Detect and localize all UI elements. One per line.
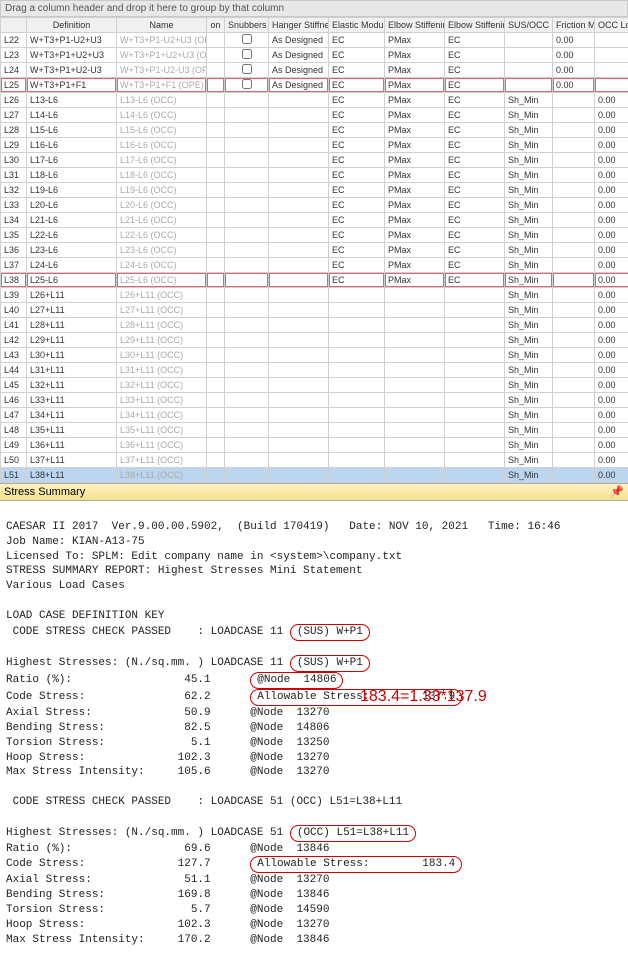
grid-row[interactable]: L31L18-L6L18-L6 (OCC)ECPMaxECSh_Min0.00 — [1, 168, 628, 183]
snubbers-checkbox[interactable] — [242, 49, 252, 59]
column-header[interactable]: Friction Multiplier — [553, 18, 595, 33]
column-header[interactable]: Hanger Stiffness — [269, 18, 329, 33]
column-header[interactable] — [1, 18, 27, 33]
grid-row[interactable]: L24W+T3+P1+U2-U3W+T3+P1-U2-U3 (OPE)As De… — [1, 63, 628, 78]
grid-row[interactable]: L49L36+L11L36+L11 (OCC)Sh_Min0.00 — [1, 438, 628, 453]
circled-allow-183: Allowable Stress: 183.4 — [250, 856, 462, 873]
column-header[interactable]: on — [207, 18, 225, 33]
grid-row[interactable]: L22W+T3+P1-U2+U3W+T3+P1-U2+U3 (OPE)As De… — [1, 33, 628, 48]
grid-row[interactable]: L51L38+L11L38+L11 (OCC)Sh_Min0.00 — [1, 468, 628, 483]
load-case-grid[interactable]: DefinitionNameonSnubbers ActiveHanger St… — [0, 17, 628, 483]
circled-occ-l51: (OCC) L51=L38+L11 — [290, 825, 416, 842]
grid-row[interactable]: L35L22-L6L22-L6 (OCC)ECPMaxECSh_Min0.00 — [1, 228, 628, 243]
column-header[interactable]: Snubbers Active — [225, 18, 269, 33]
grid-row[interactable]: L38L25-L6L25-L6 (OCC)ECPMaxECSh_Min0.00 — [1, 273, 628, 288]
snubbers-checkbox[interactable] — [242, 34, 252, 44]
grid-row[interactable]: L23W+T3+P1+U2+U3W+T3+P1+U2+U3 (OPE)As De… — [1, 48, 628, 63]
snubbers-checkbox[interactable] — [242, 79, 252, 89]
column-header[interactable]: Elbow Stiffening Elastic Modulus — [445, 18, 505, 33]
grid-row[interactable]: L46L33+L11L33+L11 (OCC)Sh_Min0.00 — [1, 393, 628, 408]
grid-row[interactable]: L25W+T3+P1+F1W+T3+P1+F1 (OPE)As Designed… — [1, 78, 628, 93]
grid-row[interactable]: L27L14-L6L14-L6 (OCC)ECPMaxECSh_Min0.00 — [1, 108, 628, 123]
column-header[interactable]: SUS/OCC Case Sh — [505, 18, 553, 33]
circled-sus-wp1: (SUS) W+P1 — [290, 624, 370, 641]
column-header[interactable]: OCC Load Factor — [595, 18, 628, 33]
grid-row[interactable]: L34L21-L6L21-L6 (OCC)ECPMaxECSh_Min0.00 — [1, 213, 628, 228]
column-header[interactable]: Definition — [27, 18, 117, 33]
grid-row[interactable]: L26L13-L6L13-L6 (OCC)ECPMaxECSh_Min0.00 — [1, 93, 628, 108]
grid-row[interactable]: L43L30+L11L30+L11 (OCC)Sh_Min0.00 — [1, 348, 628, 363]
grid-row[interactable]: L33L20-L6L20-L6 (OCC)ECPMaxECSh_Min0.00 — [1, 198, 628, 213]
grid-row[interactable]: L41L28+L11L28+L11 (OCC)Sh_Min0.00 — [1, 318, 628, 333]
grid-row[interactable]: L39L26+L11L26+L11 (OCC)Sh_Min0.00 — [1, 288, 628, 303]
column-header[interactable]: Elastic Modulus — [329, 18, 385, 33]
grid-row[interactable]: L44L31+L11L31+L11 (OCC)Sh_Min0.00 — [1, 363, 628, 378]
circled-sus-wp1-2: (SUS) W+P1 — [290, 655, 370, 672]
column-header[interactable]: Elbow Stiffening Pressure — [385, 18, 445, 33]
grid-row[interactable]: L28L15-L6L15-L6 (OCC)ECPMaxECSh_Min0.00 — [1, 123, 628, 138]
group-by-bar[interactable]: Drag a column header and drop it here to… — [0, 0, 628, 17]
grid-row[interactable]: L30L17-L6L17-L6 (OCC)ECPMaxECSh_Min0.00 — [1, 153, 628, 168]
annotation-formula: 183.4=1.33*137.9 — [360, 686, 487, 708]
grid-row[interactable]: L45L32+L11L32+L11 (OCC)Sh_Min0.00 — [1, 378, 628, 393]
snubbers-checkbox[interactable] — [242, 64, 252, 74]
grid-row[interactable]: L42L29+L11L29+L11 (OCC)Sh_Min0.00 — [1, 333, 628, 348]
grid-row[interactable]: L47L34+L11L34+L11 (OCC)Sh_Min0.00 — [1, 408, 628, 423]
grid-row[interactable]: L40L27+L11L27+L11 (OCC)Sh_Min0.00 — [1, 303, 628, 318]
column-header[interactable]: Name — [117, 18, 207, 33]
grid-row[interactable]: L37L24-L6L24-L6 (OCC)ECPMaxECSh_Min0.00 — [1, 258, 628, 273]
circled-node14806: @Node 14806 — [250, 672, 343, 689]
stress-summary-title: Stress Summary 📌 — [0, 483, 628, 501]
grid-row[interactable]: L50L37+L11L37+L11 (OCC)Sh_Min0.00 — [1, 453, 628, 468]
grid-row[interactable]: L48L35+L11L35+L11 (OCC)Sh_Min0.00 — [1, 423, 628, 438]
grid-row[interactable]: L32L19-L6L19-L6 (OCC)ECPMaxECSh_Min0.00 — [1, 183, 628, 198]
stress-summary-report: CAESAR II 2017 Ver.9.00.00.5902, (Build … — [0, 501, 628, 966]
grid-row[interactable]: L29L16-L6L16-L6 (OCC)ECPMaxECSh_Min0.00 — [1, 138, 628, 153]
grid-row[interactable]: L36L23-L6L23-L6 (OCC)ECPMaxECSh_Min0.00 — [1, 243, 628, 258]
pin-icon[interactable]: 📌 — [610, 485, 624, 498]
